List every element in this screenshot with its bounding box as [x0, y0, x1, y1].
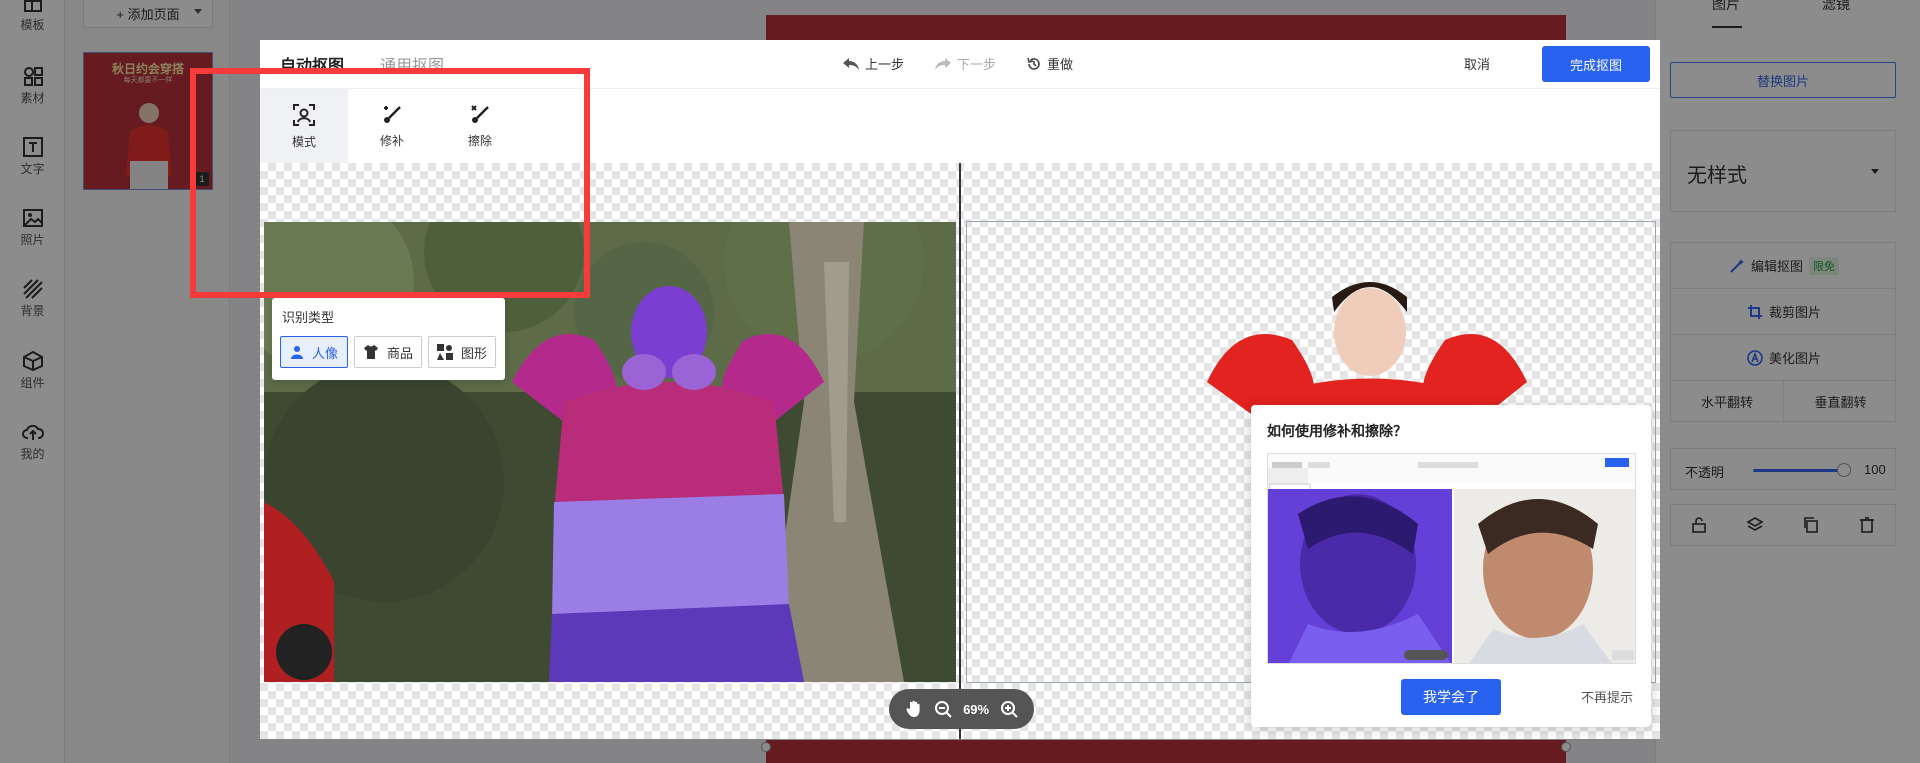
got-it-button[interactable]: 我学会了 — [1401, 679, 1501, 715]
recognition-type-panel: 识别类型 人像 商品 图形 — [272, 298, 505, 380]
annotation-highlight-box — [190, 68, 590, 298]
option-label: 商品 — [386, 345, 413, 361]
option-product[interactable]: 商品 — [354, 336, 422, 368]
undo-label: 上一步 — [865, 57, 905, 72]
redo-button[interactable]: 下一步 — [934, 54, 996, 73]
finish-cutout-button[interactable]: 完成抠图 — [1542, 46, 1650, 82]
recognition-title: 识别类型 — [282, 310, 335, 325]
hand-pan-icon[interactable] — [905, 700, 923, 718]
tip-title: 如何使用修补和擦除？ — [1267, 423, 1407, 439]
undo-icon — [843, 57, 859, 70]
zoom-out-icon[interactable] — [934, 700, 952, 718]
reset-button[interactable]: 重做 — [1026, 54, 1073, 73]
reset-label: 重做 — [1047, 57, 1074, 72]
cancel-button[interactable]: 取消 — [1464, 54, 1490, 73]
tutorial-preview-image — [1267, 453, 1636, 664]
redo-icon — [935, 57, 951, 70]
option-portrait[interactable]: 人像 — [280, 336, 348, 368]
dont-show-again-link[interactable]: 不再提示 — [1581, 687, 1633, 706]
zoom-in-icon[interactable] — [1000, 700, 1019, 718]
option-label: 图形 — [460, 345, 487, 361]
compare-divider[interactable] — [959, 163, 961, 739]
graphic-shapes-icon — [436, 344, 453, 360]
history-icon — [1027, 57, 1040, 70]
redo-label: 下一步 — [957, 57, 997, 72]
tutorial-illustration — [1268, 454, 1635, 663]
zoom-level: 69% — [963, 701, 990, 717]
option-graphic[interactable]: 图形 — [428, 336, 496, 368]
undo-button[interactable]: 上一步 — [842, 54, 904, 73]
subject-mask — [512, 286, 824, 682]
tshirt-icon — [363, 345, 378, 359]
option-label: 人像 — [311, 345, 338, 361]
zoom-controls: 69% — [889, 689, 1034, 729]
person-icon — [290, 346, 303, 359]
tutorial-tip-card: 如何使用修补和擦除？ 我学会了 不再提示 — [1251, 405, 1651, 727]
